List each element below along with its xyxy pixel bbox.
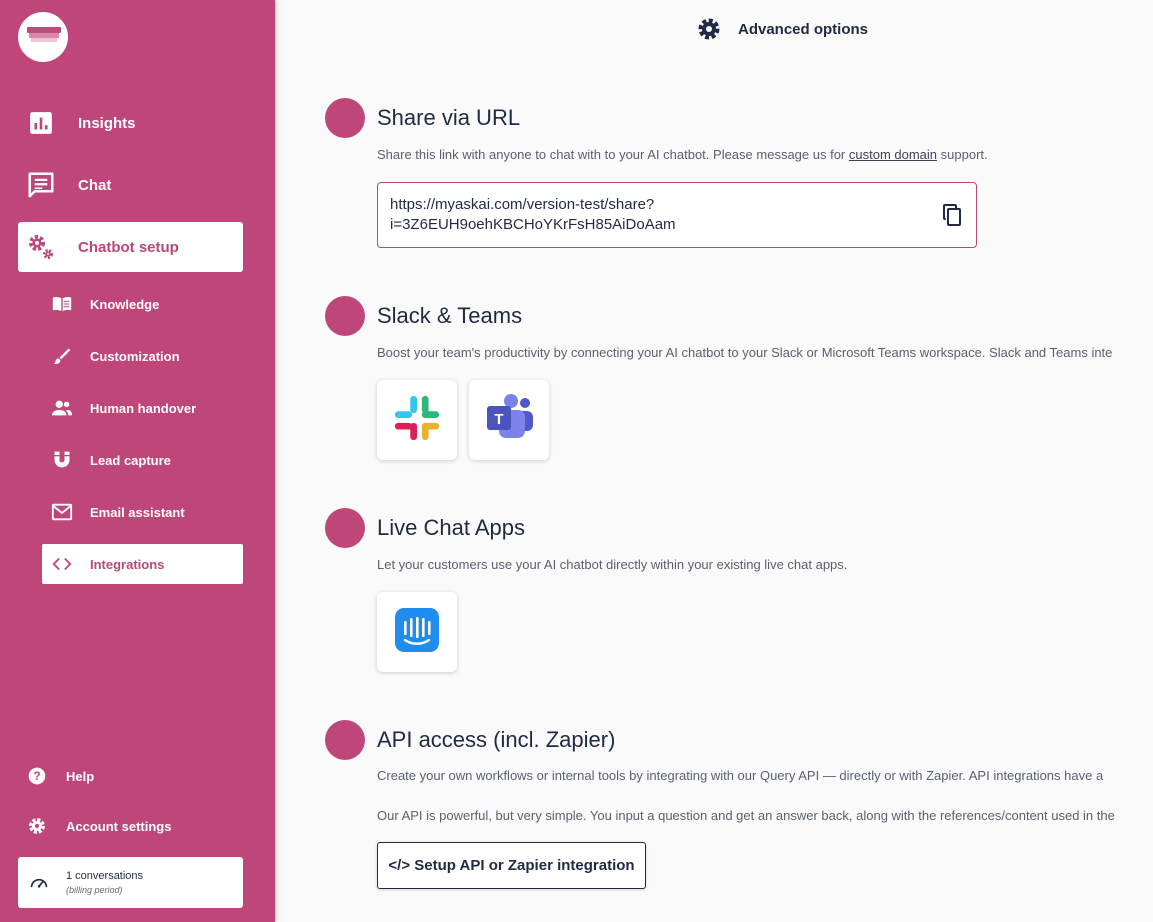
- sidebar-item-lead-capture[interactable]: Lead capture: [42, 440, 243, 480]
- sidebar-item-account-settings[interactable]: Account settings: [18, 808, 243, 844]
- sidebar: Insights Chat Chatbot setup Knowledge Cu…: [0, 0, 275, 922]
- logo[interactable]: [18, 12, 68, 62]
- book-icon: [50, 292, 74, 316]
- slack-icon: [391, 392, 443, 449]
- sidebar-item-label: Help: [66, 768, 95, 784]
- usage-card: 1 conversations (billing period): [18, 857, 243, 908]
- svg-text:?: ?: [33, 770, 40, 783]
- section-title-api: API access (incl. Zapier): [377, 727, 616, 752]
- advanced-options-label: Advanced options: [738, 20, 869, 38]
- nav-chat[interactable]: Chat: [18, 160, 243, 210]
- sidebar-item-label: Account settings: [66, 818, 172, 834]
- people-icon: [50, 396, 74, 420]
- sidebar-item-label: Lead capture: [90, 452, 171, 468]
- teams-integration-card[interactable]: T: [469, 380, 549, 460]
- usage-count: 1 conversations: [66, 870, 144, 882]
- code-icon: [50, 552, 74, 576]
- section-desc-share-url: Share this link with anyone to chat with…: [377, 147, 988, 162]
- section-marker: [325, 720, 365, 760]
- sidebar-item-help[interactable]: ? Help: [18, 758, 243, 794]
- nav-label: Insights: [78, 114, 136, 132]
- section-desc-slack-teams: Boost your team's productivity by connec…: [377, 345, 1113, 360]
- brush-icon: [50, 344, 74, 368]
- mail-icon: [50, 500, 74, 524]
- nav-insights[interactable]: Insights: [18, 98, 243, 148]
- nav-chatbot-setup[interactable]: Chatbot setup: [18, 222, 243, 272]
- section-marker: [325, 98, 365, 138]
- sidebar-item-label: Email assistant: [90, 504, 185, 520]
- section-desc-api-1: Create your own workflows or internal to…: [377, 768, 1104, 783]
- help-icon: ?: [26, 765, 48, 787]
- share-url-line2: i=3Z6EUH9oehKBCHoYKrFsH85AiDoAam: [390, 216, 676, 233]
- section-title-share-url: Share via URL: [377, 105, 521, 130]
- slack-integration-card[interactable]: [377, 380, 457, 460]
- sidebar-item-email-assistant[interactable]: Email assistant: [42, 492, 243, 532]
- gear-icon: [26, 815, 48, 837]
- chat-icon: [26, 170, 56, 200]
- sidebar-item-label: Integrations: [90, 556, 165, 572]
- speedometer-icon: [28, 872, 50, 894]
- sidebar-item-label: Knowledge: [90, 296, 160, 312]
- sidebar-item-human-handover[interactable]: Human handover: [42, 388, 243, 428]
- copy-icon[interactable]: [940, 203, 964, 227]
- setup-api-button[interactable]: </> Setup API or Zapier integration: [377, 842, 646, 889]
- section-marker: [325, 296, 365, 336]
- section-desc-live-chat: Let your customers use your AI chatbot d…: [377, 557, 848, 572]
- chart-icon: [26, 108, 56, 138]
- custom-domain-link[interactable]: custom domain: [849, 147, 937, 162]
- section-desc-api-2: Our API is powerful, but very simple. Yo…: [377, 808, 1115, 823]
- teams-icon: T: [481, 393, 537, 448]
- intercom-integration-card[interactable]: [377, 592, 457, 672]
- nav-label: Chatbot setup: [78, 238, 179, 256]
- usage-period: (billing period): [66, 885, 123, 895]
- sidebar-item-label: Human handover: [90, 400, 197, 416]
- svg-text:T: T: [494, 411, 503, 428]
- gear-icon: [697, 17, 721, 41]
- share-url-field[interactable]: https://myaskai.com/version-test/share? …: [377, 182, 977, 248]
- sidebar-item-integrations[interactable]: Integrations: [42, 544, 243, 584]
- gears-icon: [26, 232, 56, 262]
- share-url-line1: https://myaskai.com/version-test/share?: [390, 196, 655, 213]
- advanced-options-button[interactable]: Advanced options: [697, 17, 868, 41]
- section-marker: [325, 508, 365, 548]
- section-title-live-chat: Live Chat Apps: [377, 515, 525, 540]
- sidebar-item-customization[interactable]: Customization: [42, 336, 243, 376]
- magnet-icon: [50, 448, 74, 472]
- intercom-icon: [394, 607, 440, 658]
- sidebar-item-knowledge[interactable]: Knowledge: [42, 284, 243, 324]
- sidebar-item-label: Customization: [90, 348, 180, 364]
- section-title-slack-teams: Slack & Teams: [377, 303, 523, 328]
- nav-label: Chat: [78, 176, 112, 194]
